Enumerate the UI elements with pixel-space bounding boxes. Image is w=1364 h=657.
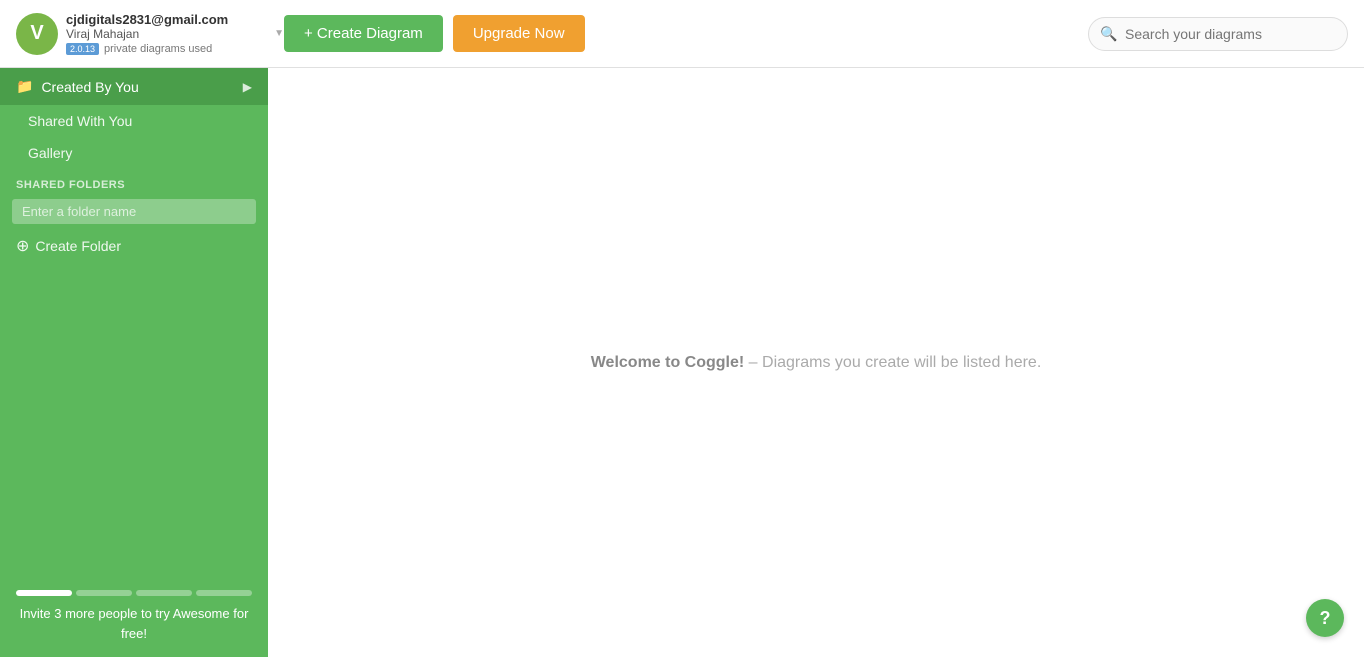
shared-folders-label: SHARED FOLDERS bbox=[0, 169, 268, 195]
create-folder-button[interactable]: ⊕ Create Folder bbox=[0, 228, 268, 264]
user-section: V cjdigitals2831@gmail.com Viraj Mahajan… bbox=[16, 12, 284, 55]
help-button[interactable]: ? bbox=[1306, 599, 1344, 637]
progress-segment-2 bbox=[76, 590, 132, 596]
invite-text: Invite 3 more people to try Awesome for … bbox=[16, 604, 252, 643]
sidebar-item-label-created: Created By You bbox=[41, 79, 138, 95]
upgrade-button[interactable]: Upgrade Now bbox=[453, 15, 585, 52]
create-folder-label: Create Folder bbox=[35, 238, 121, 254]
welcome-message: Welcome to Coggle! – Diagrams you create… bbox=[591, 354, 1042, 372]
sidebar-item-shared-with-you[interactable]: Shared With You bbox=[0, 105, 268, 137]
sidebar-item-created-by-you[interactable]: 📁 Created By You ▶ bbox=[0, 68, 268, 105]
topbar: V cjdigitals2831@gmail.com Viraj Mahajan… bbox=[0, 0, 1364, 68]
progress-segment-1 bbox=[16, 590, 72, 596]
user-name: Viraj Mahajan bbox=[66, 27, 274, 41]
search-input[interactable] bbox=[1088, 17, 1348, 51]
sidebar-bottom: Invite 3 more people to try Awesome for … bbox=[0, 580, 268, 657]
welcome-rest: – Diagrams you create will be listed her… bbox=[744, 354, 1041, 371]
folder-icon: 📁 bbox=[16, 78, 33, 95]
user-plan: 2.0.13 private diagrams used bbox=[66, 43, 274, 55]
chevron-right-icon: ▶ bbox=[243, 80, 252, 94]
content-area: Welcome to Coggle! – Diagrams you create… bbox=[268, 68, 1364, 657]
sidebar: 📁 Created By You ▶ Shared With You Galle… bbox=[0, 68, 268, 657]
search-container: 🔍 bbox=[1088, 17, 1348, 51]
plan-text: private diagrams used bbox=[104, 43, 212, 55]
create-diagram-button[interactable]: + Create Diagram bbox=[284, 15, 443, 52]
avatar[interactable]: V bbox=[16, 13, 58, 55]
progress-segment-3 bbox=[136, 590, 192, 596]
plan-badge: 2.0.13 bbox=[66, 43, 99, 55]
topbar-actions: + Create Diagram Upgrade Now 🔍 bbox=[284, 15, 1348, 52]
welcome-bold: Welcome to Coggle! bbox=[591, 354, 745, 371]
progress-segment-4 bbox=[196, 590, 252, 596]
dropdown-arrow-icon[interactable]: ▼ bbox=[274, 28, 284, 39]
plus-circle-icon: ⊕ bbox=[16, 236, 29, 256]
folder-name-input[interactable] bbox=[12, 199, 256, 224]
sidebar-item-gallery[interactable]: Gallery bbox=[0, 137, 268, 169]
search-icon: 🔍 bbox=[1100, 25, 1117, 42]
main-layout: 📁 Created By You ▶ Shared With You Galle… bbox=[0, 68, 1364, 657]
user-info: cjdigitals2831@gmail.com Viraj Mahajan 2… bbox=[66, 12, 274, 55]
progress-bar bbox=[16, 590, 252, 596]
user-email: cjdigitals2831@gmail.com bbox=[66, 12, 274, 27]
